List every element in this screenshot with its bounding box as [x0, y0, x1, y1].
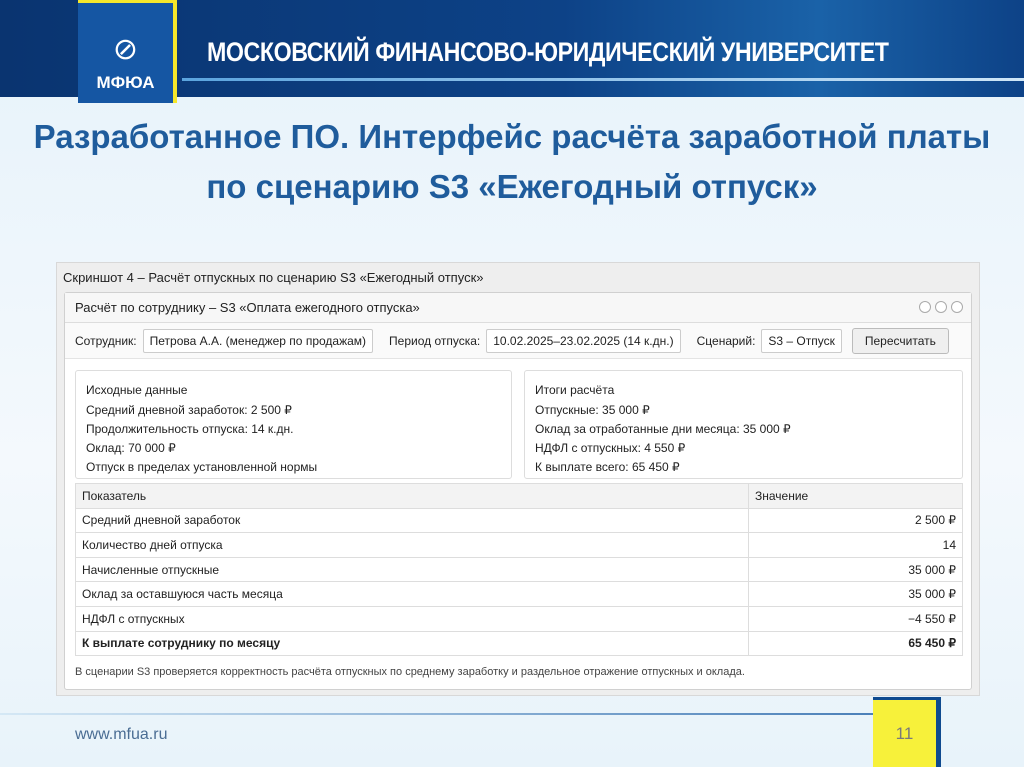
- header-banner: ⊘ МФЮА МОСКОВСКИЙ ФИНАНСОВО-ЮРИДИЧЕСКИЙ …: [0, 0, 1024, 103]
- card-title: Исходные данные: [86, 383, 188, 397]
- cell-label: Средний дневной заработок: [75, 507, 749, 534]
- window-control-icon[interactable]: [935, 301, 947, 313]
- cell-value: 2 500 ₽: [748, 507, 963, 534]
- cell-value: −4 550 ₽: [748, 605, 963, 632]
- input-data-card: Исходные данные Средний дневной заработо…: [75, 370, 512, 479]
- cell-label: НДФЛ с отпускных: [75, 605, 749, 632]
- card-line: Оклад за отработанные дни месяца: 35 000…: [535, 422, 791, 436]
- window-control-icon[interactable]: [951, 301, 963, 313]
- card-line: Оклад: 70 000 ₽: [86, 441, 176, 455]
- window-titlebar: Расчёт по сотруднику – S3 «Оплата ежегод…: [65, 293, 971, 323]
- table-row: Оклад за оставшуюся часть месяца 35 000 ₽: [75, 581, 963, 607]
- cell-label: К выплате сотруднику по месяцу: [75, 630, 749, 657]
- period-field[interactable]: 10.02.2025–23.02.2025 (14 к.дн.): [486, 328, 681, 353]
- cell-label: Начисленные отпускные: [75, 556, 749, 583]
- table-row: НДФЛ с отпускных −4 550 ₽: [75, 605, 963, 632]
- screenshot-caption: Скриншот 4 – Расчёт отпускных по сценари…: [63, 270, 484, 285]
- page-number: 11: [873, 697, 941, 767]
- cell-value: 35 000 ₽: [748, 581, 963, 607]
- table-row: Средний дневной заработок 2 500 ₽: [75, 507, 963, 534]
- filter-form: Сотрудник: Петрова А.А. (менеджер по про…: [65, 323, 971, 359]
- footer-divider: [0, 713, 880, 715]
- table-row: Начисленные отпускные 35 000 ₽: [75, 556, 963, 583]
- slide-title: Разработанное ПО. Интерфейс расчёта зара…: [33, 118, 991, 205]
- university-logo: ⊘ МФЮА: [78, 0, 177, 103]
- scenario-label: Сценарий:: [696, 333, 756, 348]
- employee-field[interactable]: Петрова А.А. (менеджер по продажам): [142, 328, 374, 353]
- footer-url[interactable]: www.mfua.ru: [75, 726, 167, 744]
- table-header-row: Показатель Значение: [75, 483, 963, 509]
- card-line: Отпуск в пределах установленной нормы: [86, 460, 318, 474]
- screenshot-panel: Скриншот 4 – Расчёт отпускных по сценари…: [56, 262, 980, 696]
- employee-label: Сотрудник:: [75, 333, 137, 348]
- card-line: Средний дневной заработок: 2 500 ₽: [86, 403, 292, 417]
- result-card: Итоги расчёта Отпускные: 35 000 ₽ Оклад …: [524, 370, 963, 479]
- window-control-icon[interactable]: [919, 301, 931, 313]
- window-title: Расчёт по сотруднику – S3 «Оплата ежегод…: [75, 300, 420, 315]
- table-total-row: К выплате сотруднику по месяцу 65 450 ₽: [75, 630, 963, 657]
- cell-label: Количество дней отпуска: [75, 532, 749, 558]
- column-header: Значение: [748, 483, 963, 509]
- card-title: Итоги расчёта: [535, 383, 615, 397]
- cell-value: 35 000 ₽: [748, 556, 963, 583]
- footnote: В сценарии S3 проверяется корректность р…: [75, 666, 745, 678]
- period-label: Период отпуска:: [389, 333, 481, 348]
- results-table: Показатель Значение Средний дневной зараб…: [75, 483, 963, 657]
- column-header: Показатель: [75, 483, 749, 509]
- app-window: Расчёт по сотруднику – S3 «Оплата ежегод…: [64, 292, 972, 690]
- university-name: МОСКОВСКИЙ ФИНАНСОВО-ЮРИДИЧЕСКИЙ УНИВЕРС…: [207, 37, 889, 67]
- cell-value: 14: [748, 532, 963, 558]
- recalculate-button[interactable]: Пересчитать: [851, 327, 949, 354]
- card-line: Продолжительность отпуска: 14 к.дн.: [86, 422, 294, 436]
- logo-abbr: МФЮА: [96, 73, 155, 92]
- card-line: К выплате всего: 65 450 ₽: [535, 460, 680, 474]
- header-divider: [182, 78, 1024, 81]
- scenario-select[interactable]: S3 – Отпуск: [761, 328, 842, 353]
- cell-value: 65 450 ₽: [748, 630, 963, 657]
- table-row: Количество дней отпуска 14: [75, 532, 963, 558]
- card-line: НДФЛ с отпускных: 4 550 ₽: [535, 441, 686, 455]
- card-line: Отпускные: 35 000 ₽: [535, 403, 650, 417]
- logo-emblem-icon: ⊘: [112, 33, 139, 66]
- cell-label: Оклад за оставшуюся часть месяца: [75, 581, 749, 607]
